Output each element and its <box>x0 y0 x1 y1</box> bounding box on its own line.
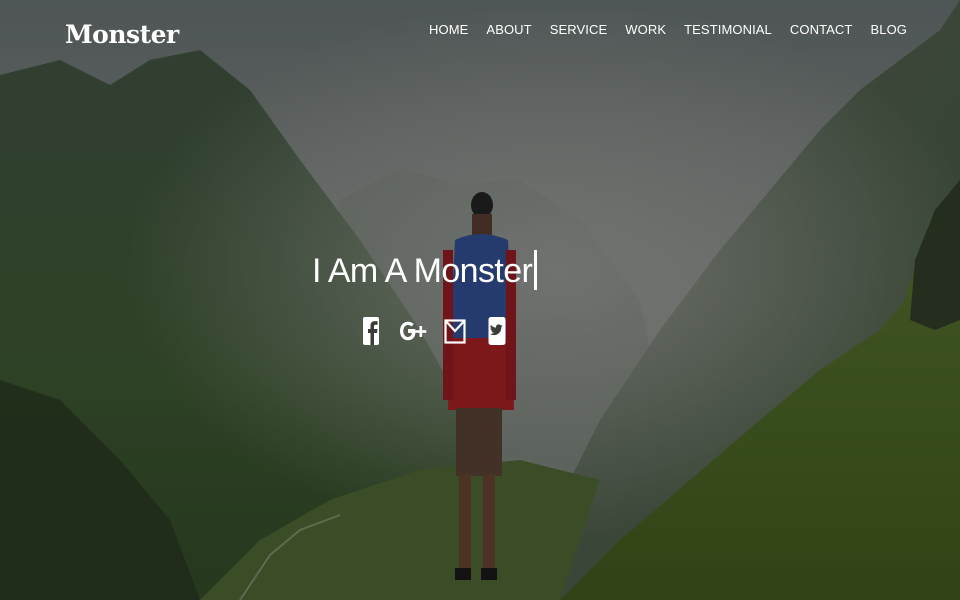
facebook-icon <box>363 317 379 345</box>
google-plus-icon <box>400 321 427 341</box>
hero-headline: I Am A Monster <box>312 249 538 293</box>
twitter-link[interactable] <box>483 314 511 348</box>
google-plus-link[interactable] <box>399 314 427 348</box>
social-links <box>357 314 511 348</box>
dark-overlay <box>0 0 960 600</box>
nav-item-about[interactable]: ABOUT <box>486 20 531 40</box>
nav-item-work[interactable]: WORK <box>625 20 666 40</box>
hero-section <box>0 0 960 600</box>
twitter-icon <box>488 317 506 345</box>
hero-headline-text: I Am A Monster <box>312 252 533 290</box>
email-link[interactable] <box>441 314 469 348</box>
nav-item-blog[interactable]: BLOG <box>870 20 907 40</box>
nav-item-home[interactable]: HOME <box>429 20 468 40</box>
nav-item-contact[interactable]: CONTACT <box>790 20 853 40</box>
nav-item-service[interactable]: SERVICE <box>550 20 608 40</box>
typing-cursor <box>534 250 538 290</box>
email-icon <box>444 319 466 344</box>
main-nav: HOME ABOUT SERVICE WORK TESTIMONIAL CONT… <box>429 20 907 40</box>
brand-logo[interactable]: Monster <box>65 20 179 49</box>
facebook-link[interactable] <box>357 314 385 348</box>
nav-item-testimonial[interactable]: TESTIMONIAL <box>684 20 772 40</box>
